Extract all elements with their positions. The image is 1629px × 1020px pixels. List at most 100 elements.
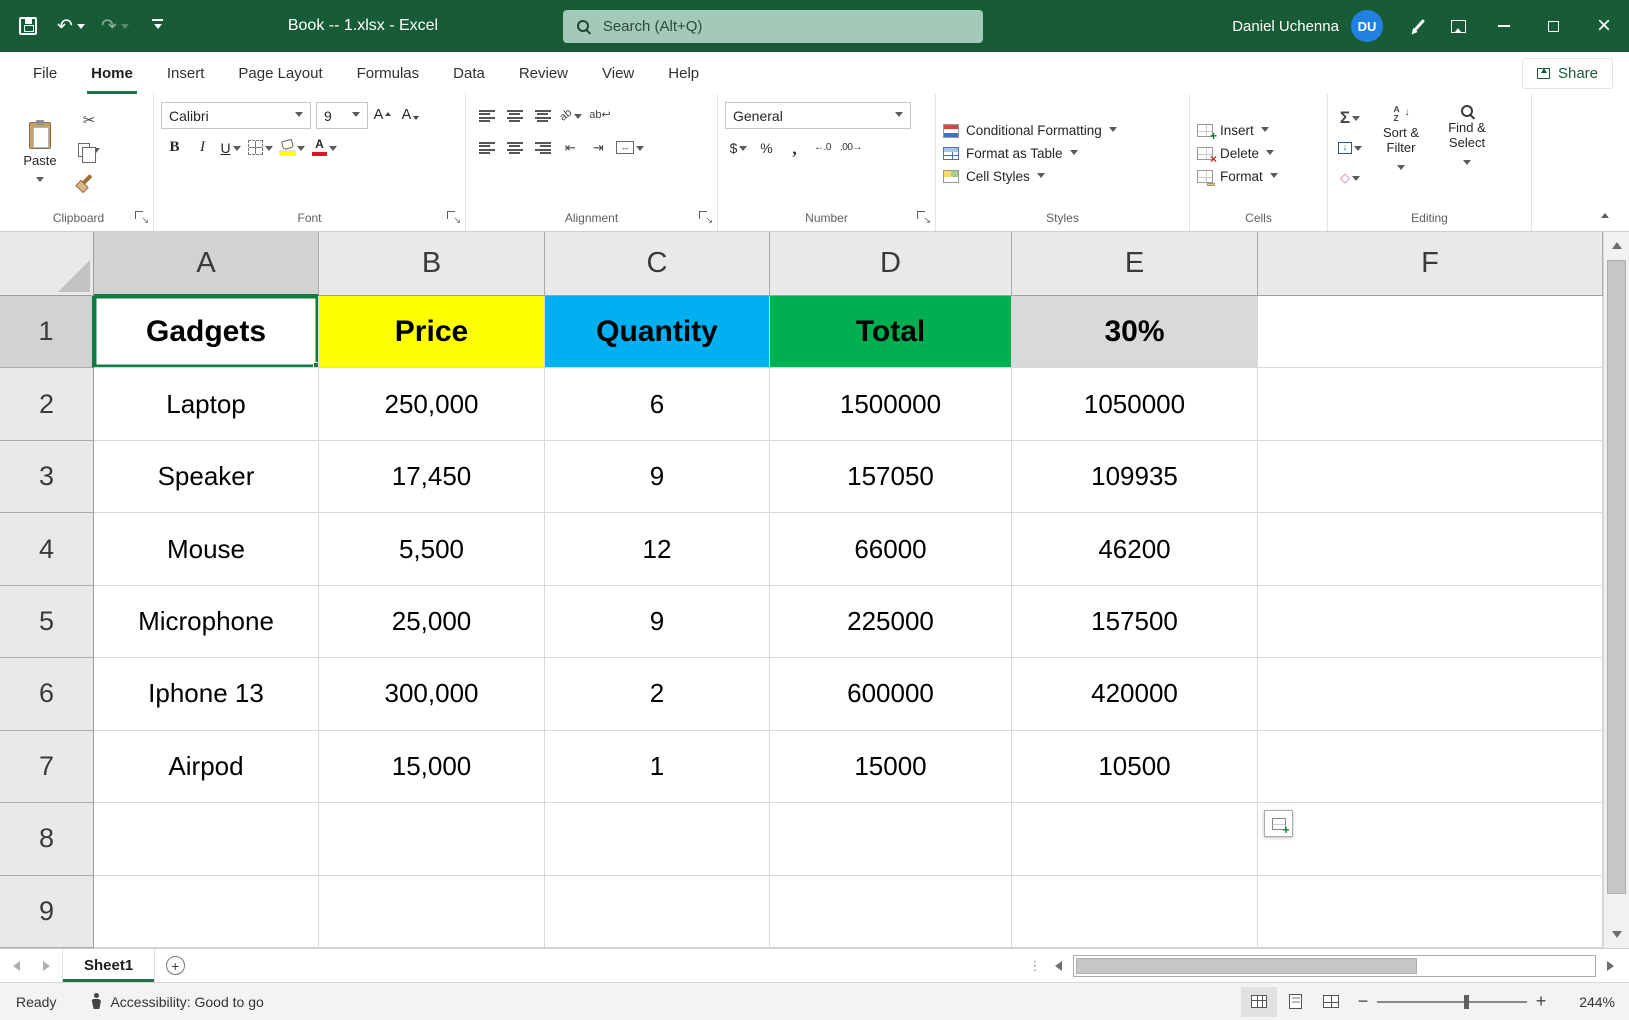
cell-F7[interactable]: [1258, 731, 1603, 803]
bold-button[interactable]: B: [161, 134, 188, 161]
cell-F8[interactable]: [1258, 803, 1603, 875]
column-header-B[interactable]: B: [319, 232, 545, 296]
insert-cells-button[interactable]: +Insert: [1197, 123, 1320, 138]
cell-A4[interactable]: Mouse: [94, 513, 319, 585]
tab-review[interactable]: Review: [502, 52, 585, 94]
clear-button[interactable]: ◇: [1335, 164, 1365, 191]
page-layout-view-button[interactable]: [1277, 987, 1313, 1017]
accessibility-status[interactable]: Accessibility: Good to go: [90, 993, 263, 1010]
cell-E9[interactable]: [1012, 876, 1258, 948]
cell-B2[interactable]: 250,000: [319, 368, 545, 440]
close-button[interactable]: ×: [1579, 0, 1629, 52]
cell-D4[interactable]: 66000: [770, 513, 1012, 585]
accounting-format-button[interactable]: $: [725, 134, 752, 161]
copy-button[interactable]: [75, 136, 103, 163]
maximize-button[interactable]: [1529, 0, 1579, 52]
auto-fill-options-button[interactable]: [1264, 810, 1293, 837]
column-header-E[interactable]: E: [1012, 232, 1258, 296]
font-name-select[interactable]: Calibri: [161, 102, 311, 129]
align-bottom-button[interactable]: [529, 102, 556, 129]
number-dialog-launcher[interactable]: ↘: [916, 210, 931, 225]
cell-F4[interactable]: [1258, 513, 1603, 585]
fill-button[interactable]: ↓: [1335, 134, 1365, 161]
cell-C8[interactable]: [545, 803, 770, 875]
cell-A2[interactable]: Laptop: [94, 368, 319, 440]
scroll-up-button[interactable]: [1604, 232, 1629, 258]
cell-E6[interactable]: 420000: [1012, 658, 1258, 730]
autosum-button[interactable]: Σ: [1335, 104, 1365, 131]
cell-B9[interactable]: [319, 876, 545, 948]
tab-page-layout[interactable]: Page Layout: [221, 52, 339, 94]
format-painter-button[interactable]: [75, 166, 103, 193]
vertical-scroll-track[interactable]: [1604, 258, 1629, 922]
find-select-button[interactable]: Find & Select: [1437, 102, 1497, 205]
select-all-button[interactable]: [0, 232, 94, 296]
wrap-text-button[interactable]: ab↩: [586, 102, 613, 129]
cell-B5[interactable]: 25,000: [319, 586, 545, 658]
row-header-4[interactable]: 4: [0, 513, 94, 585]
fill-color-button[interactable]: [277, 134, 308, 161]
sheet-tab-sheet1[interactable]: Sheet1: [62, 949, 155, 982]
tab-insert[interactable]: Insert: [150, 52, 222, 94]
column-header-F[interactable]: F: [1258, 232, 1603, 296]
cell-C2[interactable]: 6: [545, 368, 770, 440]
paste-button[interactable]: Paste: [11, 102, 69, 205]
increase-decimal-button[interactable]: ←.0: [809, 134, 836, 161]
cell-E7[interactable]: 10500: [1012, 731, 1258, 803]
sort-filter-button[interactable]: AZ↓ Sort & Filter: [1371, 102, 1431, 205]
cell-A9[interactable]: [94, 876, 319, 948]
cell-C7[interactable]: 1: [545, 731, 770, 803]
font-dialog-launcher[interactable]: ↘: [446, 210, 461, 225]
zoom-in-button[interactable]: +: [1527, 987, 1555, 1017]
increase-font-size-button[interactable]: A: [369, 102, 396, 129]
next-sheet-button[interactable]: [31, 949, 62, 982]
clipboard-dialog-launcher[interactable]: ↘: [134, 210, 149, 225]
format-as-table-button[interactable]: Format as Table: [943, 146, 1182, 161]
cell-A1[interactable]: Gadgets: [94, 296, 319, 368]
tab-help[interactable]: Help: [651, 52, 716, 94]
font-size-select[interactable]: 9: [316, 102, 368, 129]
redo-button[interactable]: ↷: [94, 5, 136, 47]
normal-view-button[interactable]: [1241, 987, 1277, 1017]
cell-F1[interactable]: [1258, 296, 1603, 368]
merge-center-button[interactable]: ↔: [613, 134, 647, 161]
user-avatar[interactable]: DU: [1351, 10, 1383, 42]
cell-D2[interactable]: 1500000: [770, 368, 1012, 440]
cell-B3[interactable]: 17,450: [319, 441, 545, 513]
conditional-formatting-button[interactable]: Conditional Formatting: [943, 123, 1182, 138]
comma-style-button[interactable]: ,: [781, 134, 808, 161]
cell-A8[interactable]: [94, 803, 319, 875]
format-cells-button[interactable]: Format: [1197, 169, 1320, 184]
align-top-button[interactable]: [473, 102, 500, 129]
vertical-scroll-thumb[interactable]: [1607, 260, 1626, 894]
horizontal-scroll-thumb[interactable]: [1076, 958, 1417, 974]
cell-B1[interactable]: Price: [319, 296, 545, 368]
collapse-ribbon-button[interactable]: [1593, 206, 1617, 224]
cell-A6[interactable]: Iphone 13: [94, 658, 319, 730]
share-button[interactable]: Share: [1522, 58, 1613, 89]
cell-E4[interactable]: 46200: [1012, 513, 1258, 585]
cell-D6[interactable]: 600000: [770, 658, 1012, 730]
ribbon-display-options-button[interactable]: [1439, 5, 1479, 47]
inking-button[interactable]: [1399, 5, 1439, 47]
tab-file[interactable]: File: [16, 52, 74, 94]
column-header-C[interactable]: C: [545, 232, 770, 296]
zoom-slider[interactable]: [1377, 987, 1527, 1017]
cell-F6[interactable]: [1258, 658, 1603, 730]
row-header-9[interactable]: 9: [0, 876, 94, 948]
cell-A7[interactable]: Airpod: [94, 731, 319, 803]
previous-sheet-button[interactable]: [0, 949, 31, 982]
increase-indent-button[interactable]: ⇥: [585, 134, 612, 161]
zoom-out-button[interactable]: −: [1349, 987, 1377, 1017]
decrease-font-size-button[interactable]: A: [397, 102, 424, 129]
decrease-decimal-button[interactable]: .00→: [837, 134, 865, 161]
number-format-select[interactable]: General: [725, 102, 911, 129]
font-color-button[interactable]: A: [309, 134, 340, 161]
cell-C6[interactable]: 2: [545, 658, 770, 730]
vertical-scrollbar[interactable]: [1603, 232, 1629, 948]
cell-D5[interactable]: 225000: [770, 586, 1012, 658]
zoom-level[interactable]: 244%: [1563, 994, 1615, 1010]
cell-F9[interactable]: [1258, 876, 1603, 948]
row-header-8[interactable]: 8: [0, 803, 94, 875]
customize-quick-access-button[interactable]: [138, 5, 178, 47]
